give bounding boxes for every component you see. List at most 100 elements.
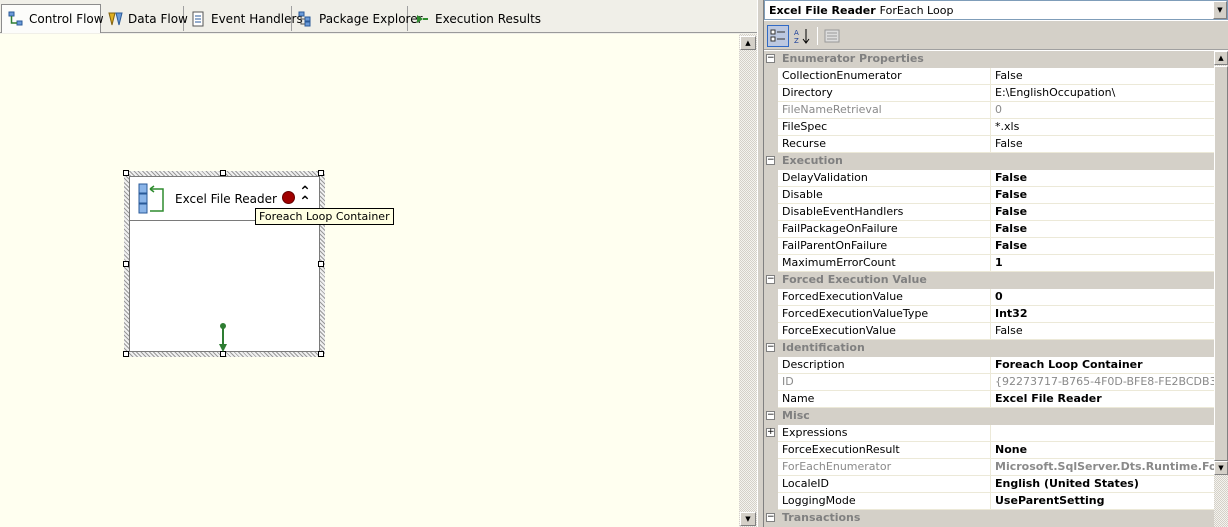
resize-handle-se[interactable]	[318, 351, 324, 357]
property-row[interactable]: FileNameRetrieval 0	[764, 102, 1214, 119]
property-row[interactable]: ForceExecutionValue False	[764, 323, 1214, 340]
property-value[interactable]: 1	[991, 255, 1214, 272]
resize-handle-ne[interactable]	[318, 170, 324, 176]
property-value[interactable]	[991, 425, 1214, 442]
property-row[interactable]: FailParentOnFailure False	[764, 238, 1214, 255]
property-value[interactable]: *.xls	[991, 119, 1214, 136]
property-value[interactable]: 0	[991, 289, 1214, 306]
property-value[interactable]: Int32	[991, 306, 1214, 323]
property-row[interactable]: DisableEventHandlers False	[764, 204, 1214, 221]
property-category[interactable]: − Transactions	[764, 510, 1214, 527]
toolbar-separator	[817, 27, 818, 45]
breakpoint-icon[interactable]	[282, 191, 295, 204]
resize-handle-e[interactable]	[318, 261, 324, 267]
property-row[interactable]: Description Foreach Loop Container	[764, 357, 1214, 374]
property-row[interactable]: Disable False	[764, 187, 1214, 204]
resize-handle-nw[interactable]	[123, 170, 129, 176]
categorized-icon[interactable]	[767, 25, 789, 47]
property-category[interactable]: − Identification	[764, 340, 1214, 357]
property-value[interactable]: E:\EnglishOccupation\	[991, 85, 1214, 102]
container-title: Excel File Reader	[175, 192, 277, 206]
tab-event-handlers[interactable]: Event Handlers	[184, 6, 303, 31]
property-name: CollectionEnumerator	[778, 68, 991, 85]
property-row[interactable]: LoggingMode UseParentSetting	[764, 493, 1214, 510]
property-row[interactable]: ForcedExecutionValueType Int32	[764, 306, 1214, 323]
property-value[interactable]: False	[991, 323, 1214, 340]
tab-execution-results[interactable]: Execution Results	[408, 6, 757, 31]
property-category[interactable]: − Forced Execution Value	[764, 272, 1214, 289]
resize-handle-n[interactable]	[220, 170, 226, 176]
data-flow-icon	[107, 11, 123, 27]
property-name: Recurse	[778, 136, 991, 153]
expand-icon[interactable]: +	[766, 428, 775, 437]
chevron-down-icon[interactable]: ▼	[1213, 1, 1227, 19]
package-explorer-icon	[298, 11, 314, 27]
property-row[interactable]: + Expressions	[764, 425, 1214, 442]
properties-toolbar: AZ	[764, 21, 1228, 50]
collapse-icon[interactable]: −	[766, 275, 775, 284]
precedence-connector-arrow[interactable]	[218, 322, 228, 354]
tab-package-explorer[interactable]: Package Explorer	[292, 6, 423, 31]
collapse-icon[interactable]: −	[766, 156, 775, 165]
resize-handle-w[interactable]	[123, 261, 129, 267]
property-name: FailPackageOnFailure	[778, 221, 991, 238]
collapse-icon[interactable]: −	[766, 54, 775, 63]
property-row[interactable]: ForceExecutionResult None	[764, 442, 1214, 459]
property-value[interactable]: None	[991, 442, 1214, 459]
property-row[interactable]: ID{92273717-B765-4F0D-BFE8-FE2BCDB3CEBC}	[764, 374, 1214, 391]
row-gutter: −	[764, 510, 778, 527]
property-row[interactable]: Name Excel File Reader	[764, 391, 1214, 408]
property-row[interactable]: Directory E:\EnglishOccupation\	[764, 85, 1214, 102]
property-value[interactable]: False	[991, 136, 1214, 153]
collapse-icon[interactable]: −	[766, 513, 775, 522]
canvas-vertical-scrollbar[interactable]: ▲ ▼	[739, 34, 757, 527]
property-value[interactable]: False	[991, 68, 1214, 85]
property-value[interactable]: Excel File Reader	[991, 391, 1214, 408]
property-value: 0	[991, 102, 1214, 119]
property-value[interactable]: False	[991, 238, 1214, 255]
object-selector[interactable]: Excel File Reader ForEach Loop ▼	[764, 0, 1228, 20]
collapse-icon[interactable]: −	[766, 411, 775, 420]
scroll-up-button[interactable]: ▲	[1214, 51, 1228, 65]
property-row[interactable]: FileSpec *.xls	[764, 119, 1214, 136]
properties-vertical-scrollbar[interactable]: ▲ ▼	[1214, 51, 1228, 527]
property-row[interactable]: LocaleID English (United States)	[764, 476, 1214, 493]
alphabetical-sort-icon[interactable]: AZ	[791, 25, 813, 47]
tab-data-flow[interactable]: Data Flow	[101, 6, 188, 31]
property-value[interactable]: False	[991, 204, 1214, 221]
property-category[interactable]: − Execution	[764, 153, 1214, 170]
property-row[interactable]: FailPackageOnFailure False	[764, 221, 1214, 238]
property-value[interactable]: Foreach Loop Container	[991, 357, 1214, 374]
scroll-down-button[interactable]: ▼	[740, 512, 756, 526]
property-category[interactable]: − Enumerator Properties	[764, 51, 1214, 68]
resize-handle-sw[interactable]	[123, 351, 129, 357]
row-gutter	[764, 289, 778, 306]
row-gutter	[764, 187, 778, 204]
scrollbar-thumb[interactable]	[1214, 66, 1228, 461]
control-flow-canvas[interactable]: Excel File Reader ⌃ ⌃ Foreach Loop Contai…	[0, 34, 739, 527]
svg-text:Z: Z	[794, 37, 799, 44]
tab-control-flow[interactable]: Control Flow	[1, 4, 104, 33]
scroll-down-button[interactable]: ▼	[1214, 461, 1228, 475]
row-gutter	[764, 204, 778, 221]
property-value[interactable]: False	[991, 187, 1214, 204]
property-pages-icon[interactable]	[821, 25, 843, 47]
property-value[interactable]: False	[991, 170, 1214, 187]
row-gutter: −	[764, 51, 778, 68]
pane-splitter[interactable]	[757, 0, 764, 527]
property-row[interactable]: MaximumErrorCount 1	[764, 255, 1214, 272]
property-value[interactable]: UseParentSetting	[991, 493, 1214, 510]
property-row[interactable]: DelayValidation False	[764, 170, 1214, 187]
property-value[interactable]: False	[991, 221, 1214, 238]
scroll-up-button[interactable]: ▲	[740, 36, 756, 50]
property-row[interactable]: ForEachEnumerator Microsoft.SqlServer.Dts…	[764, 459, 1214, 476]
property-row[interactable]: CollectionEnumerator False	[764, 68, 1214, 85]
collapse-chevron-icon[interactable]: ⌃ ⌃	[298, 185, 312, 209]
property-value[interactable]: English (United States)	[991, 476, 1214, 493]
property-row[interactable]: Recurse False	[764, 136, 1214, 153]
row-gutter	[764, 136, 778, 153]
collapse-icon[interactable]: −	[766, 343, 775, 352]
property-row[interactable]: ForcedExecutionValue 0	[764, 289, 1214, 306]
property-name: ForcedExecutionValueType	[778, 306, 991, 323]
property-category[interactable]: − Misc	[764, 408, 1214, 425]
